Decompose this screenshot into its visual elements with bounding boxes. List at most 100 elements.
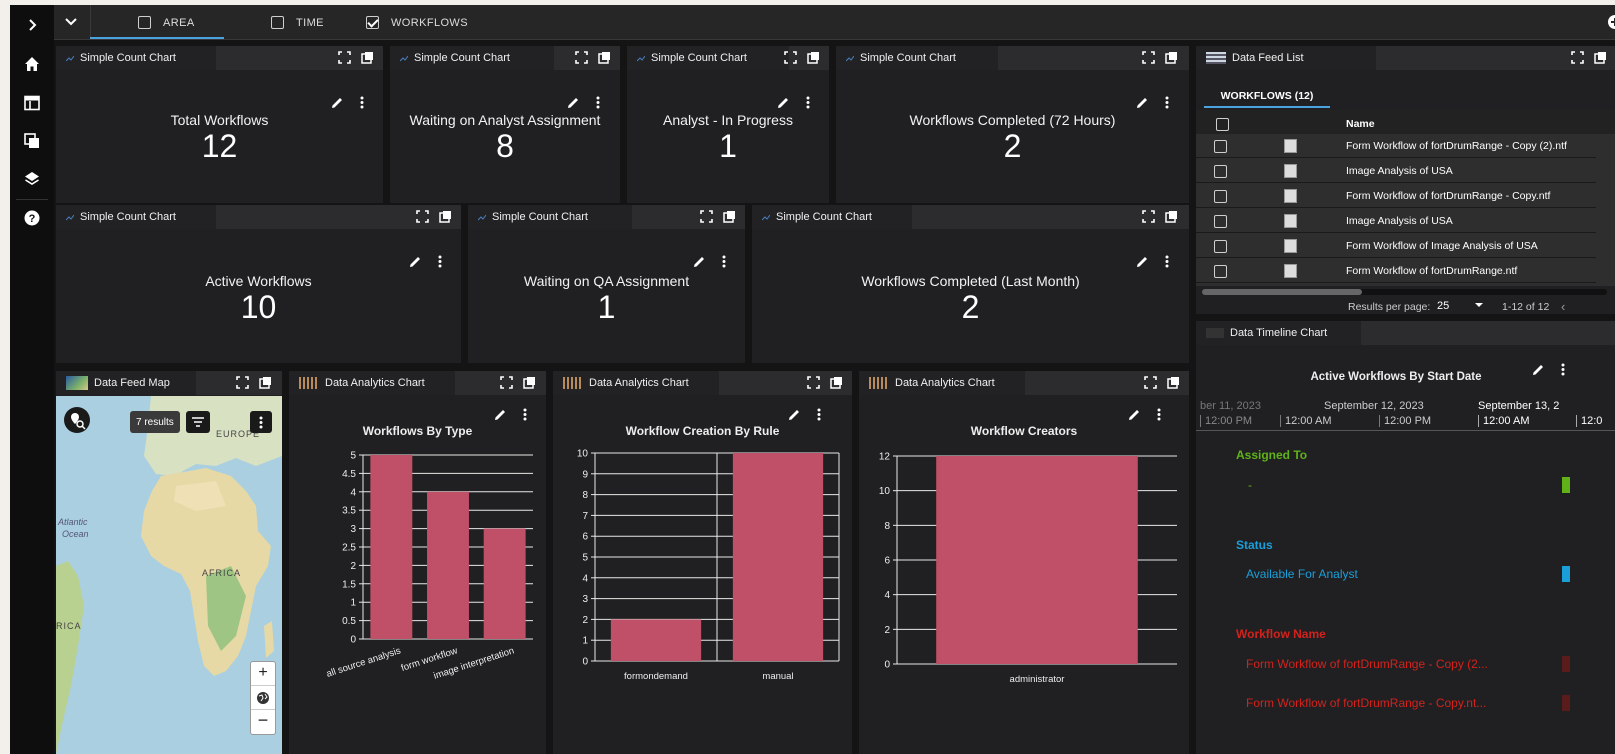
count-value: 8 [496, 128, 514, 164]
y-tick-label: 0 [350, 635, 356, 646]
row-checkbox[interactable] [1214, 265, 1227, 278]
tab-time[interactable]: TIME [271, 5, 324, 40]
edit-icon[interactable] [409, 255, 422, 273]
table-row[interactable]: Form Workflow of fortDrumRange - Copy.nt… [1196, 184, 1596, 208]
fullscreen-icon[interactable] [338, 51, 351, 64]
home-icon[interactable] [10, 50, 54, 78]
y-tick-label: 8 [582, 490, 588, 501]
prev-page-icon[interactable]: ‹ [1561, 299, 1565, 314]
fullscreen-icon[interactable] [1142, 51, 1155, 64]
fullscreen-icon[interactable] [236, 376, 249, 389]
table-row[interactable]: Image Analysis of USA [1196, 159, 1596, 183]
top-filter-bar: AREA TIME WORKFLOWS [54, 5, 1615, 40]
panel-header: Data Timeline Chart [1196, 321, 1361, 345]
panel-tools [409, 255, 442, 273]
timeline-group-assigned-to: Assigned To [1236, 448, 1308, 462]
popout-icon[interactable] [1594, 51, 1607, 64]
timeline-axis[interactable]: ber 11, 2023 September 12, 2023 Septembe… [1196, 399, 1615, 431]
row-checkbox[interactable] [1214, 215, 1227, 228]
more-vertical-icon[interactable] [438, 255, 442, 273]
fullscreen-icon[interactable] [1571, 51, 1584, 64]
select-all-checkbox[interactable] [1216, 118, 1229, 131]
popout-icon[interactable] [807, 51, 820, 64]
count-title: Waiting on Analyst Assignment [409, 112, 601, 128]
zoom-out-icon[interactable]: − [251, 710, 275, 734]
area-checkbox[interactable] [138, 16, 151, 29]
row-name: Image Analysis of USA [1346, 165, 1453, 177]
row-checkbox[interactable] [1214, 165, 1227, 178]
analytics-chart-panel-creators: Data Analytics Chart Workflow Creators 0… [859, 371, 1189, 754]
broken-image-icon [1284, 264, 1297, 278]
panel-header-title: Simple Count Chart [860, 52, 956, 64]
edit-icon[interactable] [1136, 255, 1149, 273]
tab-workflows-list[interactable]: WORKFLOWS (12) [1204, 82, 1330, 108]
popout-icon[interactable] [598, 51, 611, 64]
row-checkbox[interactable] [1214, 190, 1227, 203]
layers-icon[interactable] [10, 165, 54, 193]
map-more-vertical-icon[interactable] [250, 411, 272, 433]
zoom-in-icon[interactable]: + [251, 662, 275, 686]
popout-icon[interactable] [1165, 210, 1178, 223]
fullscreen-icon[interactable] [1142, 210, 1155, 223]
map-search-button[interactable] [64, 407, 90, 433]
row-checkbox[interactable] [1214, 140, 1227, 153]
fullscreen-icon[interactable] [416, 210, 429, 223]
y-tick-label: 12 [879, 452, 891, 463]
y-tick-label: 1.5 [342, 579, 356, 590]
count-panel-waiting-analyst: Simple Count Chart Waiting on Analyst As… [390, 46, 620, 203]
filter-icon[interactable] [186, 411, 210, 433]
workflows-checkbox[interactable] [366, 16, 379, 29]
results-per-page-select[interactable]: 25 [1437, 300, 1483, 312]
popout-icon[interactable] [1165, 51, 1178, 64]
timeline-time: 12:00 AM [1280, 415, 1331, 427]
y-tick-label: 3 [582, 594, 588, 605]
timeline-bar[interactable] [1562, 477, 1570, 493]
tab-workflows[interactable]: WORKFLOWS [366, 5, 468, 40]
copy-icon[interactable] [10, 127, 54, 155]
time-checkbox[interactable] [271, 16, 284, 29]
timeline-bar[interactable] [1562, 656, 1570, 672]
globe-icon[interactable] [251, 686, 275, 710]
horizontal-scrollbar[interactable] [1202, 289, 1607, 295]
table-row[interactable]: Image Analysis of USA [1196, 209, 1596, 233]
edit-icon[interactable] [693, 255, 706, 273]
more-vertical-icon[interactable] [1165, 255, 1169, 273]
popout-icon[interactable] [259, 376, 272, 389]
more-vertical-icon[interactable] [722, 255, 726, 273]
popout-icon[interactable] [723, 210, 736, 223]
table-row[interactable]: Form Workflow of Image Analysis of USA [1196, 234, 1596, 258]
map-zoom-controls: + − [250, 661, 276, 735]
y-tick-label: 7 [582, 511, 588, 522]
row-name: Image Analysis of USA [1346, 215, 1453, 227]
fullscreen-icon[interactable] [700, 210, 713, 223]
timeline-group-status: Status [1236, 538, 1273, 552]
panel-header-title: Simple Count Chart [414, 52, 510, 64]
fullscreen-icon[interactable] [575, 51, 588, 64]
column-name-header[interactable]: Name [1346, 118, 1375, 130]
add-icon[interactable] [1608, 15, 1615, 29]
y-tick-label: 6 [884, 556, 890, 567]
fullscreen-icon[interactable] [784, 51, 797, 64]
popout-icon[interactable] [439, 210, 452, 223]
help-icon[interactable]: ? [10, 204, 54, 232]
chevron-down-icon[interactable] [64, 15, 78, 34]
map-canvas[interactable]: Atlantic Ocean AFRICA RICA EUROPE [56, 396, 282, 754]
timeline-value: Form Workflow of fortDrumRange - Copy (2… [1246, 657, 1488, 671]
tab-area[interactable]: AREA [138, 5, 195, 40]
dashboard-icon[interactable] [10, 89, 54, 117]
panel-header-title: Data Feed Map [94, 377, 170, 389]
table-row[interactable]: Form Workflow of fortDrumRange - Copy (2… [1196, 134, 1596, 158]
row-checkbox[interactable] [1214, 240, 1227, 253]
chevron-right-icon[interactable] [10, 11, 54, 39]
popout-icon[interactable] [361, 51, 374, 64]
timeline-date: ber 11, 2023 [1200, 400, 1261, 412]
timeline-time: 12:00 PM [1379, 415, 1431, 427]
scrollbar-thumb[interactable] [1202, 289, 1362, 295]
timeline-bar[interactable] [1562, 566, 1570, 582]
map-label-ocean: Ocean [62, 529, 89, 539]
timeline-bar[interactable] [1562, 695, 1570, 711]
chart-small-icon [65, 54, 75, 62]
panel-header-icons [1571, 51, 1607, 64]
table-row[interactable]: Form Workflow of fortDrumRange.ntf [1196, 259, 1596, 283]
list-thumbnail-icon [1206, 52, 1226, 64]
